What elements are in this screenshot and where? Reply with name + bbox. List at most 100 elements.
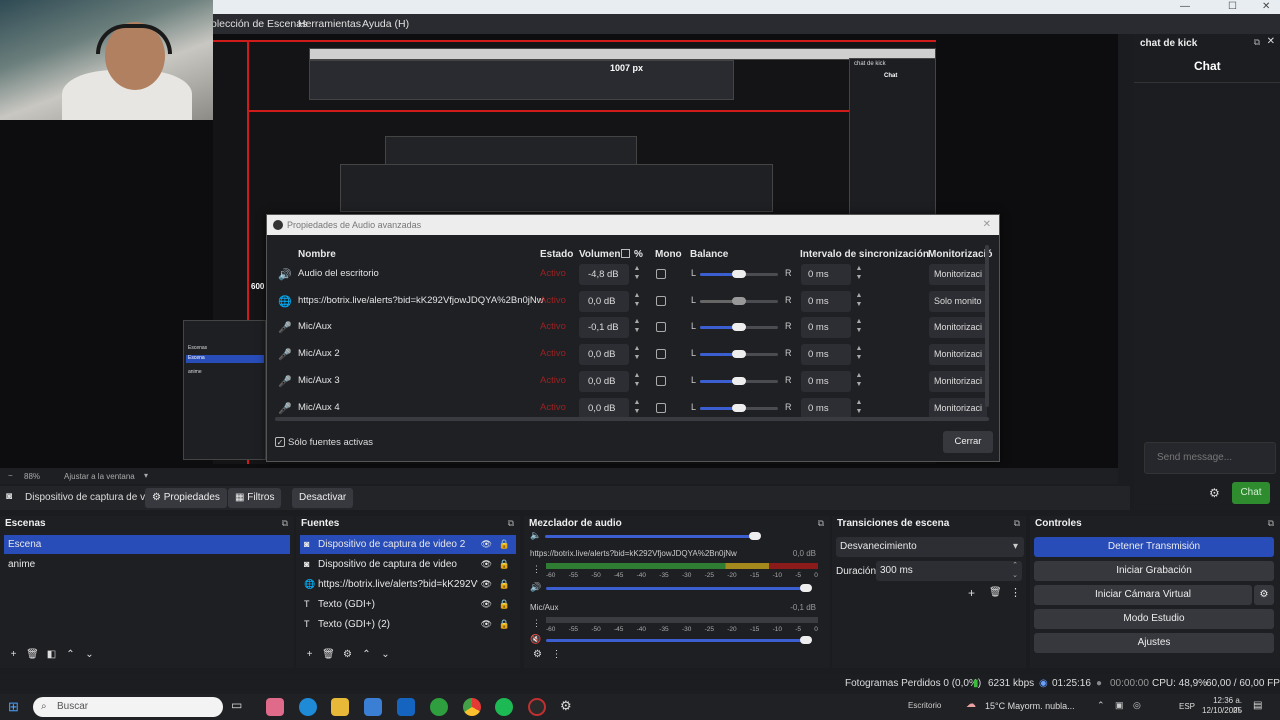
add-icon[interactable]: +	[968, 586, 975, 600]
float-icon[interactable]: ⧉	[282, 518, 288, 529]
stepper-icon[interactable]: ▲ ▼	[631, 371, 643, 392]
chevron-down-icon[interactable]: ▾	[144, 471, 148, 480]
language-indicator[interactable]: ESP	[1179, 702, 1195, 711]
stepper-icon[interactable]: ▲ ▼	[631, 317, 643, 338]
settings-button[interactable]: Ajustes	[1034, 633, 1274, 653]
balance-slider[interactable]	[700, 323, 778, 332]
obs-icon[interactable]	[528, 698, 546, 716]
stepper-icon[interactable]: ▲ ▼	[631, 291, 643, 312]
close-button[interactable]: Cerrar	[943, 431, 993, 453]
source-item[interactable]: ◙ Dispositivo de captura de video 2 👁 🔒	[300, 535, 516, 554]
source-item[interactable]: T Texto (GDI+) 👁 🔒	[300, 595, 516, 614]
stepper-icon[interactable]: ▲ ▼	[631, 398, 643, 419]
top-volume-slider[interactable]	[545, 532, 761, 540]
maximize-button[interactable]: ☐	[1228, 1, 1237, 12]
studio-mode-button[interactable]: Modo Estudio	[1034, 609, 1274, 629]
channel-volume-slider[interactable]	[546, 636, 812, 644]
volume-input[interactable]: 0,0 dB	[579, 344, 629, 366]
lock-icon[interactable]: 🔒	[499, 535, 510, 554]
volume-input[interactable]: 0,0 dB	[579, 397, 629, 419]
scene-item[interactable]: anime	[4, 555, 290, 574]
task-view-icon[interactable]: ▭	[231, 698, 249, 716]
source-item[interactable]: ◙ Dispositivo de captura de video 👁 🔒	[300, 555, 516, 574]
chevron-up-icon[interactable]: ⌃	[1097, 700, 1105, 711]
eye-icon[interactable]: 👁	[481, 575, 492, 594]
eye-icon[interactable]: 👁	[481, 595, 492, 614]
gear-icon[interactable]: ⚙	[1209, 486, 1220, 500]
stepper-icon[interactable]: ▲ ▼	[631, 344, 643, 365]
only-active-checkbox[interactable]: ✓	[275, 437, 285, 447]
gear-icon[interactable]: ⚙	[528, 649, 547, 660]
sync-offset-input[interactable]: 0 ms	[801, 397, 851, 419]
float-icon[interactable]: ⧉	[1254, 37, 1260, 48]
kebab-menu-icon[interactable]: ⋮	[532, 618, 541, 629]
balance-slider[interactable]	[700, 270, 778, 278]
balance-handle[interactable]	[732, 376, 746, 385]
chevron-down-icon[interactable]: ⌄	[80, 649, 99, 660]
stepper-icon[interactable]: ▲ ▼	[853, 398, 865, 419]
trash-icon[interactable]: 🗑	[23, 649, 42, 660]
transition-select[interactable]: Desvanecimiento ▾	[836, 537, 1024, 557]
monitoring-select[interactable]: Monitorizaci	[929, 264, 987, 285]
mono-checkbox[interactable]	[656, 402, 666, 413]
scene-item[interactable]: Escena	[4, 535, 290, 554]
add-icon[interactable]: +	[300, 649, 319, 660]
stepper-icon[interactable]: ▲ ▼	[853, 344, 865, 365]
file-explorer-icon[interactable]	[331, 698, 349, 716]
desktop-label[interactable]: Escritorio	[908, 701, 941, 710]
tray-icon[interactable]: ▣	[1115, 700, 1124, 711]
mute-speaker-icon[interactable]: 🔇	[530, 634, 541, 645]
deactivate-button[interactable]: Desactivar	[292, 488, 354, 508]
stepper-icon[interactable]: ▲ ▼	[853, 317, 865, 338]
minimize-button[interactable]: —	[1180, 1, 1190, 12]
source-item[interactable]: 🌐https://botrix.live/alerts?bid=kK292Vfj…	[300, 575, 516, 594]
kebab-menu-icon[interactable]: ⋮	[532, 564, 541, 575]
chrome-icon[interactable]	[463, 698, 481, 716]
filters-button[interactable]: ▦ Filtros	[228, 488, 282, 508]
balance-handle[interactable]	[732, 270, 746, 278]
float-icon[interactable]: ⧉	[1014, 518, 1020, 529]
gear-icon[interactable]: ⚙	[338, 649, 357, 660]
eye-icon[interactable]: 👁	[481, 535, 492, 554]
stop-stream-button[interactable]: Detener Transmisión	[1034, 537, 1274, 557]
balance-slider[interactable]	[700, 296, 778, 305]
dialog-close-icon[interactable]: ✕	[983, 219, 991, 230]
store-icon[interactable]	[364, 698, 382, 716]
monitoring-select[interactable]: Solo monito	[929, 290, 987, 312]
balance-slider[interactable]	[700, 376, 778, 385]
menu-help[interactable]: Ayuda (H)	[362, 18, 409, 30]
close-icon[interactable]: ✕	[1267, 36, 1275, 47]
mono-checkbox[interactable]	[656, 375, 666, 386]
edge-icon[interactable]	[299, 698, 317, 716]
stepper-icon[interactable]: ▲ ▼	[853, 371, 865, 392]
trash-icon[interactable]: 🗑	[319, 649, 338, 660]
kebab-menu-icon[interactable]: ⋮	[547, 649, 566, 660]
lock-icon[interactable]: 🔒	[499, 615, 510, 634]
source-item[interactable]: T Texto (GDI+) (2) 👁 🔒	[300, 615, 516, 634]
volume-input[interactable]: -0,1 dB	[579, 317, 629, 339]
speaker-icon[interactable]: 🔊	[530, 582, 541, 593]
balance-handle[interactable]	[732, 323, 746, 332]
stepper-icon[interactable]: ▲ ▼	[853, 264, 865, 285]
sync-offset-input[interactable]: 0 ms	[801, 264, 851, 285]
vertical-scrollbar[interactable]	[985, 245, 989, 407]
settings-app-icon[interactable]: ⚙	[560, 698, 578, 716]
channel-volume-slider[interactable]	[546, 584, 812, 592]
monitoring-select[interactable]: Monitorizaci	[929, 370, 987, 392]
clock-date[interactable]: 12/10/2025	[1202, 706, 1242, 715]
volume-percent-checkbox[interactable]	[621, 249, 630, 258]
balance-slider[interactable]	[700, 403, 778, 412]
mono-checkbox[interactable]	[656, 322, 666, 333]
volume-input[interactable]: -4,8 dB	[579, 264, 629, 285]
close-window-button[interactable]: ✕	[1262, 1, 1270, 12]
chat-send-button[interactable]: Chat	[1232, 482, 1270, 504]
start-virtual-camera-button[interactable]: Iniciar Cámara Virtual	[1034, 585, 1252, 605]
properties-button[interactable]: ⚙ Propiedades	[145, 488, 227, 508]
lock-icon[interactable]: 🔒	[499, 595, 510, 614]
volume-input[interactable]: 0,0 dB	[579, 370, 629, 392]
add-icon[interactable]: +	[4, 649, 23, 660]
chevron-up-icon[interactable]: ⌃	[61, 649, 80, 660]
sync-offset-input[interactable]: 0 ms	[801, 317, 851, 339]
tray-icon[interactable]: ◎	[1133, 700, 1141, 711]
trash-icon[interactable]: 🗑	[989, 587, 1002, 598]
